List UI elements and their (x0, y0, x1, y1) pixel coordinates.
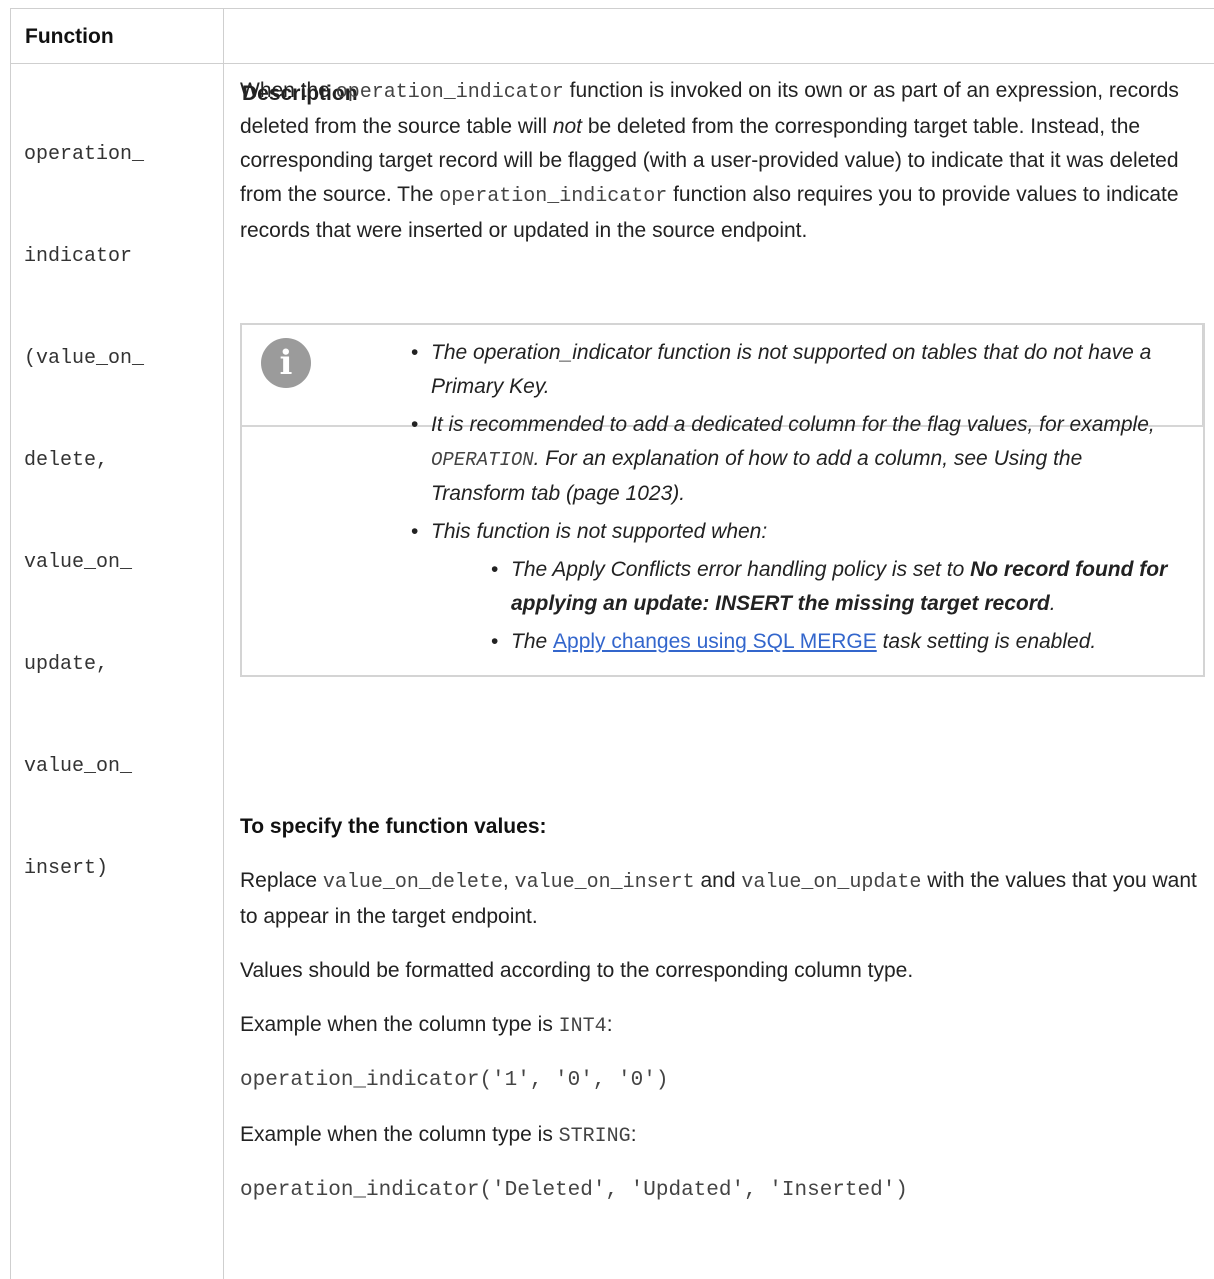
signature-line: insert) (24, 857, 109, 880)
note-sub-bullet: The Apply changes using SQL MERGE task s… (491, 625, 1181, 659)
signature-line: indicator (24, 245, 133, 268)
header-function: Function (25, 25, 114, 48)
example-string-code: operation_indicator('Deleted', 'Updated'… (240, 1179, 908, 1202)
note-text: The operation_indicator function is not … (411, 336, 1181, 659)
note-bullet: It is recommended to add a dedicated col… (411, 408, 1181, 511)
function-values-section: To specify the function values: Replace … (240, 810, 1200, 1208)
signature-line: operation_ (24, 143, 145, 166)
text: : (630, 1123, 637, 1146)
sql-merge-link[interactable]: Apply changes using SQL MERGE (553, 630, 877, 653)
info-icon: i (261, 338, 311, 388)
description-cell: When the operation_indicator function is… (240, 74, 1196, 248)
inline-code: STRING (558, 1125, 631, 1148)
intro-paragraph: When the operation_indicator function is… (240, 74, 1196, 248)
text: : (606, 1013, 613, 1036)
text: task setting is enabled. (876, 630, 1097, 653)
text: . (1049, 592, 1056, 615)
signature-line: update, (24, 653, 109, 676)
column-divider (223, 9, 224, 1279)
inline-code: value_on_delete (322, 871, 503, 894)
note-bullet: The operation_indicator function is not … (411, 336, 1181, 404)
note-bullet: This function is not supported when: (411, 515, 1181, 549)
text: It is recommended to add a dedicated col… (431, 413, 1155, 436)
text: Example when the column type is (240, 1013, 559, 1036)
table-header-row: Function Description (11, 9, 1214, 105)
specify-heading: To specify the function values: (240, 815, 547, 838)
text: The (511, 630, 554, 653)
text: , (502, 869, 515, 892)
inline-code: operation_indicator (335, 81, 564, 104)
example-int4-paragraph: Example when the column type is INT4: (240, 1008, 1200, 1044)
signature-line: value_on_ (24, 551, 133, 574)
function-signature: operation_ indicator (value_on_ delete, … (24, 70, 214, 920)
text: Replace (240, 869, 323, 892)
example-int4-code: operation_indicator('1', '0', '0') (240, 1069, 669, 1092)
signature-line: (value_on_ (24, 347, 145, 370)
text: When the (240, 79, 336, 102)
example-string-paragraph: Example when the column type is STRING: (240, 1118, 1200, 1154)
note-sub-bullet: The Apply Conflicts error handling polic… (491, 553, 1181, 621)
signature-line: value_on_ (24, 755, 133, 778)
replace-paragraph: Replace value_on_delete, value_on_insert… (240, 864, 1200, 934)
values-paragraph: Values should be formatted according to … (240, 959, 914, 982)
signature-line: delete, (24, 449, 109, 472)
inline-code: INT4 (558, 1015, 607, 1038)
text: and (694, 869, 742, 892)
text: Example when the column type is (240, 1123, 559, 1146)
inline-code: value_on_insert (514, 871, 695, 894)
text: The Apply Conflicts error handling polic… (511, 558, 971, 581)
inline-code: operation_indicator (439, 185, 668, 208)
inline-code: value_on_update (741, 871, 922, 894)
inline-code: OPERATION (431, 449, 534, 471)
emphasis: not (552, 115, 583, 138)
